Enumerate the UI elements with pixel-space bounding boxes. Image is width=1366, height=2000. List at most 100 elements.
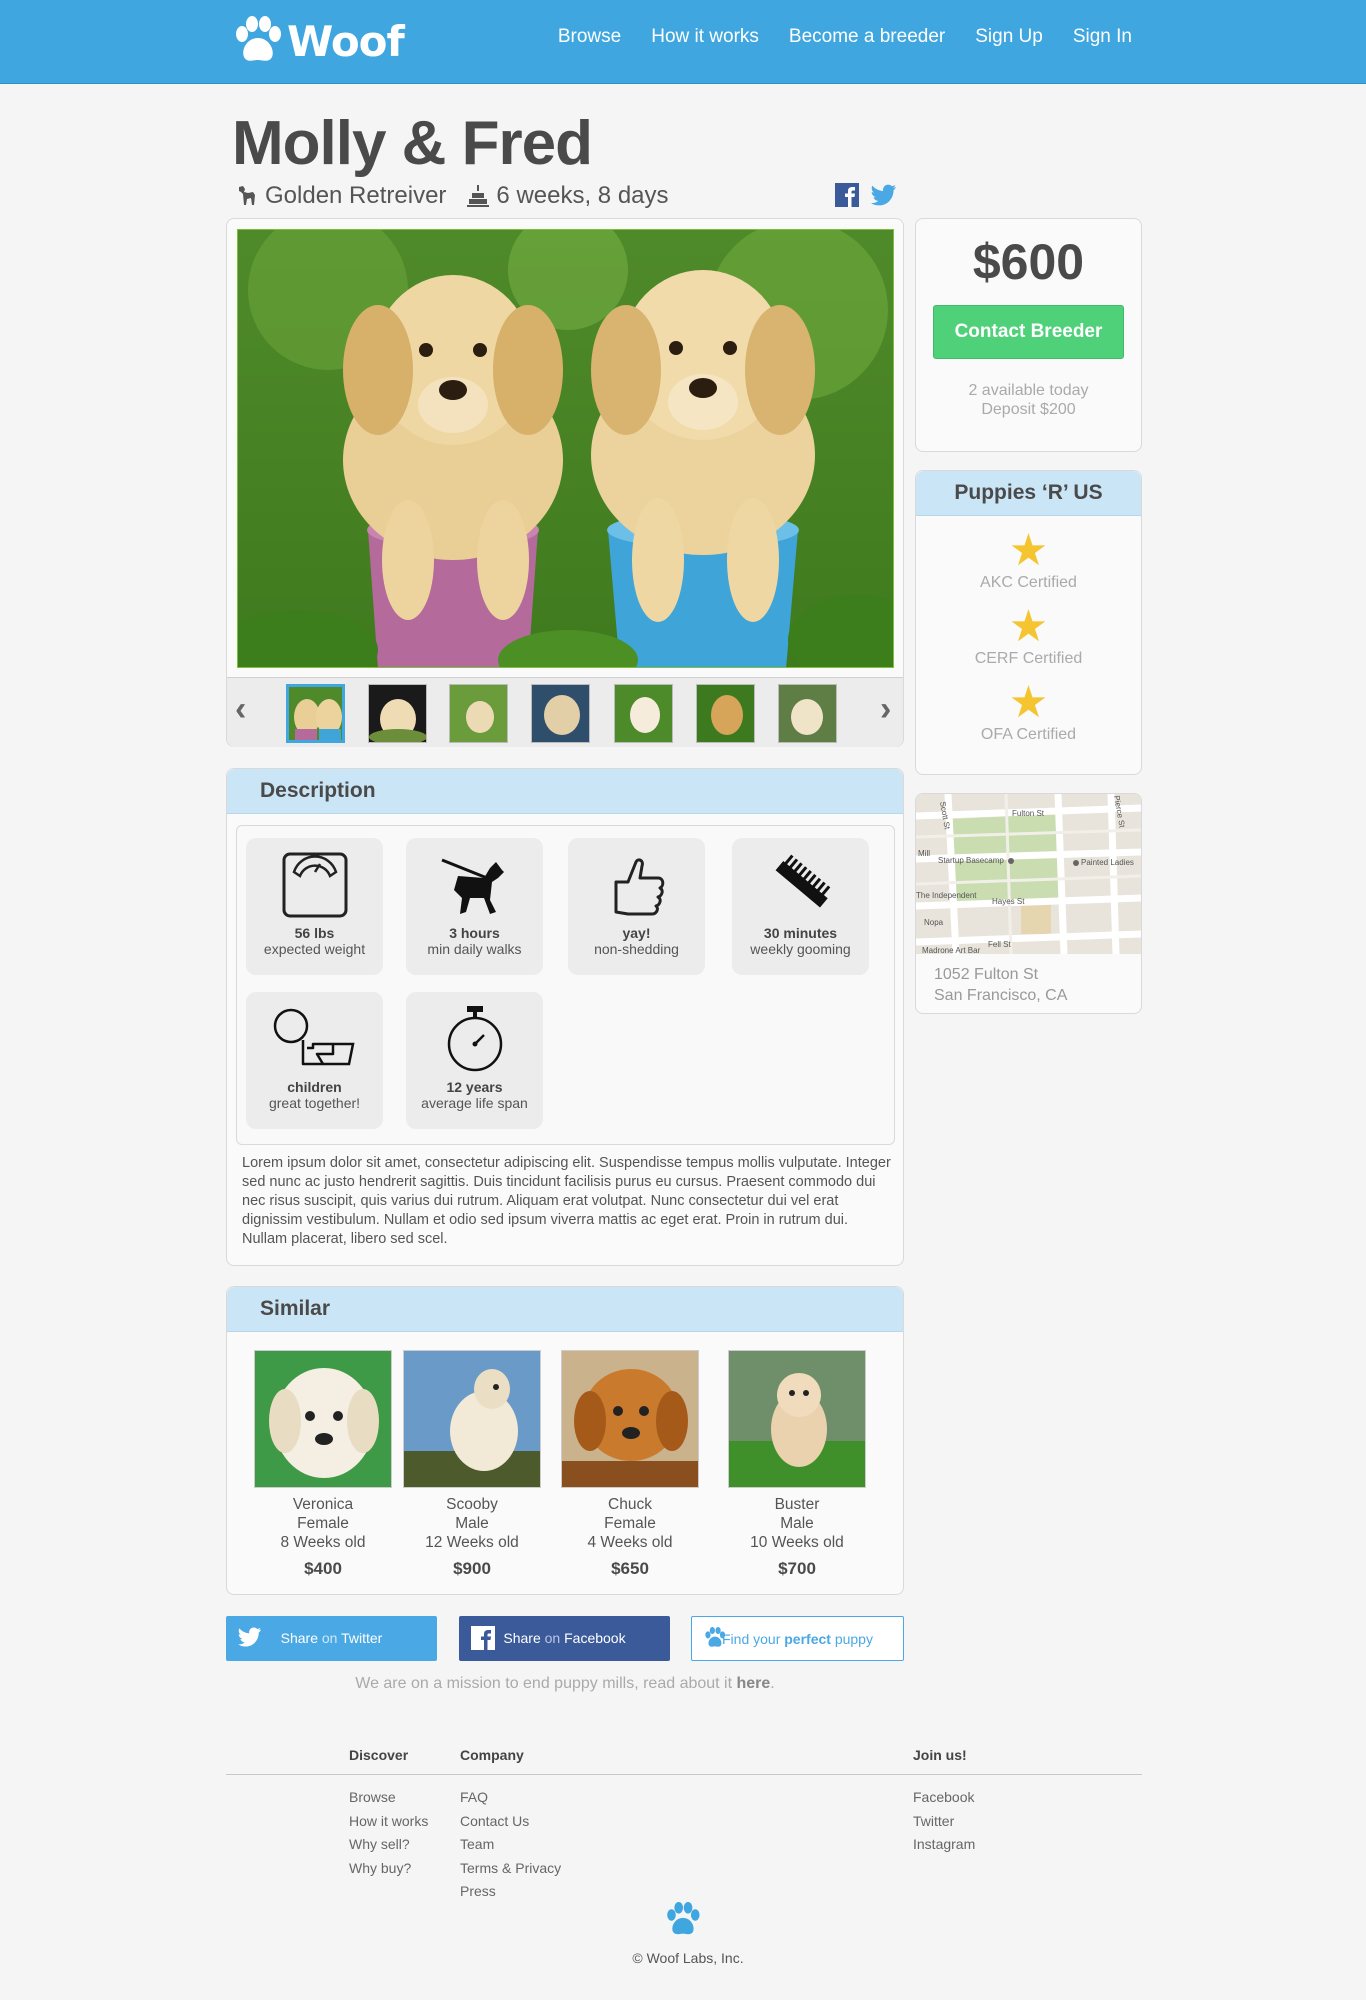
price-card: $600 Contact Breeder 2 available today D… (915, 218, 1142, 452)
footer-link[interactable]: FAQ (460, 1786, 561, 1810)
share-twitter-button[interactable]: Share on Twitter (226, 1616, 437, 1661)
footer-company: Company FAQ Contact Us Team Terms & Priv… (460, 1747, 561, 1904)
social-links (835, 183, 897, 207)
find-puppy-button[interactable]: Find your perfect puppy (691, 1616, 904, 1661)
description-card: Description 56 lbs expected weight 3 hou… (226, 768, 904, 1266)
mission-statement: We are on a mission to end puppy mills, … (355, 1675, 775, 1692)
thumbnail[interactable] (449, 684, 508, 743)
footer-link[interactable]: Why buy? (349, 1857, 428, 1881)
next-arrow-icon[interactable]: › (880, 690, 891, 729)
similar-puppy[interactable]: Veronica Female 8 Weeks old $400 (253, 1350, 393, 1579)
available-count: 2 available today (968, 382, 1089, 399)
footer-link[interactable]: Team (460, 1833, 561, 1857)
age-label: 6 weeks, 8 days (496, 182, 669, 209)
nav-become-breeder[interactable]: Become a breeder (789, 26, 945, 48)
nav-sign-in[interactable]: Sign In (1073, 26, 1132, 48)
woof-logo[interactable]: Woof (233, 13, 405, 69)
footer-link[interactable]: Twitter (913, 1810, 975, 1834)
svg-text:Fell St: Fell St (988, 940, 1011, 949)
footer-link[interactable]: Press (460, 1880, 561, 1904)
puppy-age: 4 Weeks old (587, 1534, 673, 1551)
prev-arrow-icon[interactable]: ‹ (235, 690, 246, 729)
puppy-price: $900 (453, 1559, 491, 1578)
nav-sign-up[interactable]: Sign Up (975, 26, 1043, 48)
copyright: © Woof Labs, Inc. (632, 1950, 744, 1966)
footer-link[interactable]: Facebook (913, 1786, 975, 1810)
photo-gallery: ‹ › (226, 218, 904, 747)
svg-text:Hayes St: Hayes St (992, 897, 1025, 906)
thumbnail[interactable] (286, 684, 345, 743)
similar-puppy[interactable]: Buster Male 10 Weeks old $700 (727, 1350, 867, 1579)
svg-text:Mill: Mill (918, 849, 930, 858)
mission-link[interactable]: here (737, 1675, 771, 1692)
trait-label: expected weight (263, 941, 366, 957)
cert-item: ★ AKC Certified (916, 526, 1141, 592)
nav-how-it-works[interactable]: How it works (651, 26, 759, 48)
scale-icon (282, 852, 347, 918)
contact-breeder-button[interactable]: Contact Breeder (933, 305, 1124, 359)
svg-text:The Independent: The Independent (916, 891, 977, 900)
svg-text:Fulton St: Fulton St (1012, 809, 1045, 818)
child-icon (273, 1008, 355, 1066)
footer-link[interactable]: Browse (349, 1786, 428, 1810)
breeder-name[interactable]: Puppies ‘R’ US (916, 471, 1141, 516)
dog-walk-icon (440, 858, 504, 914)
trait-value: 30 minutes (763, 925, 838, 941)
puppy-photo[interactable] (728, 1350, 866, 1488)
similar-puppy[interactable]: Chuck Female 4 Weeks old $650 (560, 1350, 700, 1579)
thumbnail[interactable] (614, 684, 673, 743)
share-facebook-button[interactable]: Share on Facebook (459, 1616, 670, 1661)
trait-value: yay! (622, 925, 651, 941)
price: $600 (972, 234, 1085, 290)
stopwatch-icon (447, 1006, 502, 1072)
puppy-name: Buster (774, 1496, 820, 1513)
cert-label: AKC Certified (980, 574, 1077, 591)
thumbnail[interactable] (696, 684, 755, 743)
svg-text:Startup Basecamp: Startup Basecamp (938, 856, 1004, 865)
puppy-price: $650 (611, 1559, 649, 1578)
comb-icon (775, 854, 830, 908)
nav-browse[interactable]: Browse (558, 26, 621, 48)
availability: 2 available today Deposit $200 (916, 381, 1141, 419)
puppy-photo[interactable] (254, 1350, 392, 1488)
thumbnail-strip: ‹ › (227, 677, 903, 747)
brand-name: Woof (287, 16, 405, 66)
trait-label: non-shedding (594, 941, 679, 957)
main-puppy-photo[interactable] (237, 229, 894, 668)
thumbnail[interactable] (368, 684, 427, 743)
thumbnail[interactable] (531, 684, 590, 743)
star-icon: ★ (1008, 526, 1049, 575)
puppy-sex: Female (297, 1515, 349, 1532)
puppy-photo[interactable] (561, 1350, 699, 1488)
address: 1052 Fulton St San Francisco, CA (934, 964, 1067, 1006)
page-title: Molly & Fred (232, 109, 593, 178)
facebook-icon[interactable] (835, 183, 859, 207)
puppy-photo[interactable] (403, 1350, 541, 1488)
puppy-info: Scooby Male 12 Weeks old (402, 1495, 542, 1552)
description-text: Lorem ipsum dolor sit amet, consectetur … (242, 1155, 891, 1247)
puppy-info: Veronica Female 8 Weeks old (253, 1495, 393, 1552)
star-icon: ★ (1008, 678, 1049, 727)
puppy-info: Chuck Female 4 Weeks old (560, 1495, 700, 1552)
find-puppy-label: Find your perfect puppy (722, 1631, 873, 1647)
thumbnail[interactable] (778, 684, 837, 743)
similar-puppy[interactable]: Scooby Male 12 Weeks old $900 (402, 1350, 542, 1579)
twitter-icon[interactable] (871, 183, 897, 207)
trait-walks: 3 hours min daily walks (406, 838, 543, 975)
star-icon: ★ (1008, 602, 1049, 651)
footer-link[interactable]: Contact Us (460, 1810, 561, 1834)
similar-heading: Similar (227, 1287, 903, 1332)
puppy-age: 10 Weeks old (750, 1534, 844, 1551)
footer-link[interactable]: Why sell? (349, 1833, 428, 1857)
trait-label: great together! (268, 1095, 361, 1111)
puppy-age: 8 Weeks old (280, 1534, 366, 1551)
trait-label: weekly gooming (750, 941, 851, 957)
svg-text:Madrone Art Bar: Madrone Art Bar (922, 946, 981, 954)
puppy-name: Scooby (446, 1496, 498, 1513)
footer-link[interactable]: Instagram (913, 1833, 975, 1857)
location-card: Fulton St Scott St Pierce St Startup Bas… (915, 793, 1142, 1014)
location-map[interactable]: Fulton St Scott St Pierce St Startup Bas… (916, 794, 1141, 955)
footer-link[interactable]: Terms & Privacy (460, 1857, 561, 1881)
trait-value: 12 years (446, 1079, 503, 1095)
footer-link[interactable]: How it works (349, 1810, 428, 1834)
